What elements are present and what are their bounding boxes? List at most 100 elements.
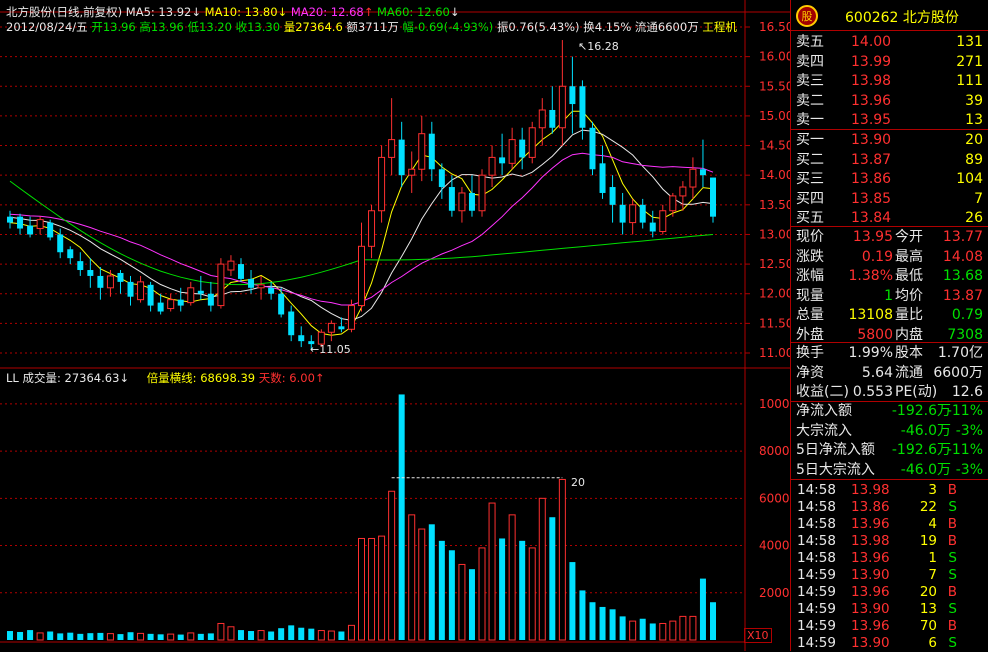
stat-value: 1 bbox=[884, 287, 893, 304]
stat-value: 13.87 bbox=[942, 287, 983, 304]
volume-bar bbox=[17, 631, 24, 640]
candle-body bbox=[428, 133, 435, 170]
candle-body bbox=[7, 216, 13, 223]
stat-value: 13108 bbox=[848, 307, 893, 323]
tick-time: 14:59 bbox=[797, 635, 836, 651]
flow-pct: -11% bbox=[946, 442, 983, 458]
chart-area[interactable]: 16.50 16.00 15.50 15.00 14.50 14.00 13.50 13.00… bbox=[0, 0, 790, 651]
volume-bar bbox=[478, 547, 486, 641]
tick-price: 13.90 bbox=[851, 567, 890, 583]
volume-bar bbox=[97, 632, 104, 640]
fund-label: 换手 bbox=[796, 345, 824, 361]
zoom-x10-label[interactable]: X10 bbox=[744, 628, 772, 643]
candle-body bbox=[589, 127, 596, 170]
candle-body bbox=[378, 156, 386, 212]
tick-time: 14:58 bbox=[797, 516, 836, 532]
volume-bar bbox=[87, 633, 94, 640]
tick-price: 13.96 bbox=[851, 550, 890, 566]
volume-bar bbox=[117, 634, 124, 640]
high-annotation: ↖16.28 bbox=[578, 40, 619, 53]
candle-body bbox=[27, 225, 34, 235]
bid-price: 13.90 bbox=[851, 132, 892, 148]
tick-price: 13.96 bbox=[851, 618, 890, 634]
candle-body bbox=[77, 261, 84, 271]
fund-value: 6600万 bbox=[933, 364, 983, 381]
candle-body bbox=[36, 219, 44, 230]
fund-value: 1.70亿 bbox=[937, 345, 983, 361]
ma60-arrow: ↓ bbox=[449, 5, 460, 19]
panel-separator bbox=[791, 30, 988, 31]
tick-side: S bbox=[948, 499, 957, 515]
candle-body bbox=[649, 222, 656, 232]
ma5-label: MA5: 13.92 bbox=[125, 5, 192, 19]
tick-side: B bbox=[947, 482, 957, 498]
candle-body bbox=[639, 204, 646, 223]
stat-value: 1.38% bbox=[848, 268, 893, 284]
volume-bar bbox=[639, 618, 646, 640]
ask-row: 卖二 13.96 39 bbox=[795, 92, 987, 111]
fund-value: 5.64 bbox=[861, 364, 893, 381]
amount-label: 额3711万 bbox=[346, 20, 399, 34]
tick-row: 14:58 13.86 22 S bbox=[797, 498, 987, 516]
stat-value: 14.08 bbox=[942, 248, 983, 265]
volume-bar bbox=[659, 622, 667, 641]
ask-label: 卖三 bbox=[796, 73, 824, 89]
price-axis-label: 15.00 bbox=[759, 109, 790, 123]
volume-bar bbox=[197, 633, 204, 640]
flow-value: -192.6万 bbox=[891, 442, 951, 458]
volume-bar bbox=[609, 609, 616, 640]
tick-price: 13.86 bbox=[851, 499, 890, 515]
candle-body bbox=[458, 192, 466, 212]
float-label: 流通6600万 bbox=[634, 20, 699, 34]
double-vol-label: 倍量横线: 68698.39 bbox=[146, 371, 256, 385]
candle-body bbox=[609, 187, 616, 205]
stock-title-bar[interactable]: 股 600262 北方股份 bbox=[795, 4, 985, 28]
volume-axis-label: 8000 bbox=[759, 444, 790, 458]
tick-volume: 13 bbox=[919, 601, 937, 617]
volume-bar bbox=[398, 394, 405, 640]
ma20-arrow: ↑ bbox=[363, 5, 374, 19]
ma60-label: MA60: 12.60 bbox=[377, 5, 450, 19]
candle-body bbox=[669, 195, 677, 212]
volume-bar bbox=[167, 633, 175, 641]
candle-body bbox=[408, 168, 416, 176]
volume-bar bbox=[589, 602, 596, 640]
tick-volume: 19 bbox=[919, 533, 937, 549]
volume-bar bbox=[77, 633, 84, 640]
candle-body bbox=[117, 272, 124, 282]
volume-bar bbox=[408, 514, 416, 641]
volume-bar bbox=[327, 630, 335, 641]
volume-bar bbox=[368, 537, 376, 641]
volume-bar bbox=[47, 631, 54, 640]
bid-volume: 104 bbox=[956, 171, 983, 187]
panel-separator bbox=[791, 479, 988, 480]
volume-bar bbox=[428, 524, 435, 640]
industry-label[interactable]: 工程机 bbox=[702, 20, 737, 34]
ask-volume: 39 bbox=[965, 92, 983, 109]
fund-label: 净资 bbox=[796, 364, 824, 381]
candle-body bbox=[257, 284, 265, 289]
volume-bar bbox=[579, 590, 586, 640]
chart-svg: 16.50 16.00 15.50 15.00 14.50 14.00 13.50 13.00… bbox=[0, 0, 790, 651]
ask-price: 13.99 bbox=[851, 53, 892, 70]
candle-body bbox=[67, 249, 74, 259]
candle-body bbox=[227, 260, 235, 271]
tick-volume: 1 bbox=[928, 550, 937, 566]
change-label: 幅-0.69(-4.93%) bbox=[402, 20, 494, 34]
candle-body bbox=[327, 322, 335, 333]
tick-side: B bbox=[947, 516, 957, 532]
days-label: 天数: 6.00 bbox=[258, 371, 315, 385]
price-axis-label: 15.50 bbox=[759, 79, 790, 93]
candle-body bbox=[659, 210, 667, 232]
tick-row: 14:58 13.96 1 S bbox=[797, 549, 987, 567]
stat-value: 13.95 bbox=[852, 229, 893, 245]
price-axis-label: 11.50 bbox=[759, 316, 790, 330]
fund-value: 12.6 bbox=[951, 384, 983, 400]
ask-volume: 111 bbox=[956, 73, 983, 89]
stat-value: 0.79 bbox=[951, 307, 983, 323]
tick-side: S bbox=[948, 601, 957, 617]
volume-bar bbox=[67, 632, 74, 640]
flow-row: 净流入额 -192.6万 -11% bbox=[795, 402, 987, 421]
candle-body bbox=[368, 210, 376, 247]
ask-volume: 271 bbox=[956, 53, 983, 70]
